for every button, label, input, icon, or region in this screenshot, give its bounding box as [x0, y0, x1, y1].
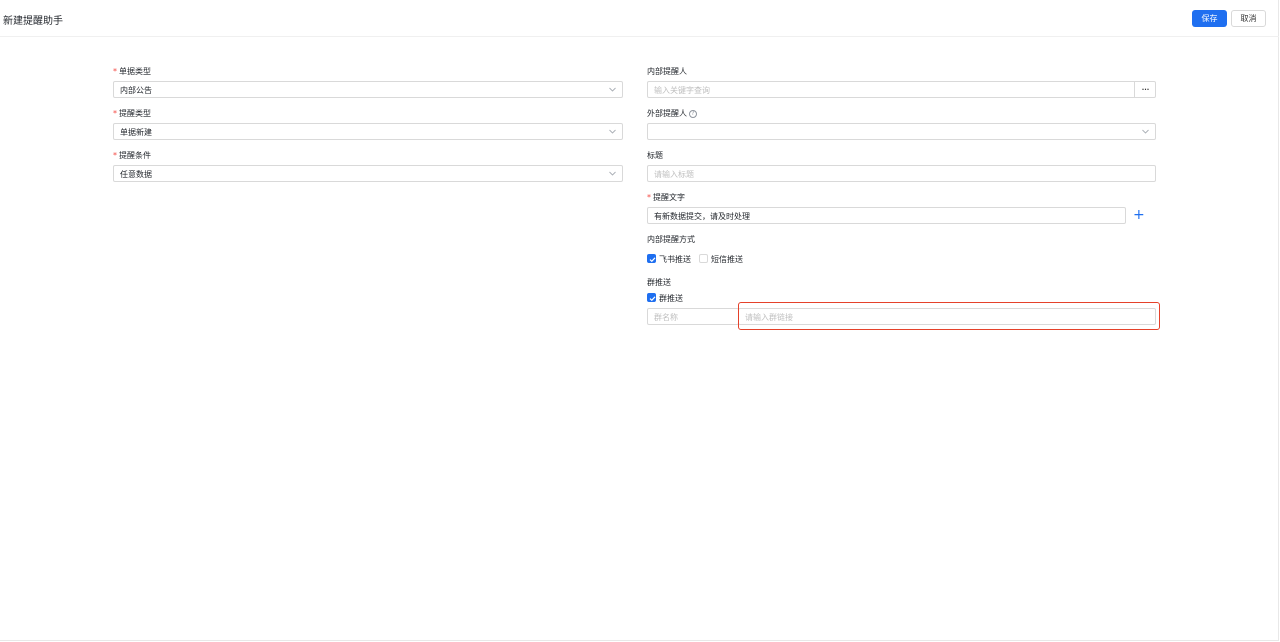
- required-mark: *: [113, 151, 117, 160]
- chevron-down-icon: [608, 85, 617, 94]
- group-push-section-label: 群推送: [647, 278, 671, 287]
- cancel-button[interactable]: 取消: [1231, 10, 1266, 27]
- sms-push-label[interactable]: 短信推送: [711, 254, 743, 265]
- remind-text-value: 有新数据提交，请及时处理: [654, 212, 750, 221]
- highlight-box: [738, 302, 1160, 330]
- help-circle-icon[interactable]: ?: [689, 109, 697, 118]
- title-input[interactable]: 请输入标题: [647, 165, 1156, 182]
- chevron-down-icon: [1141, 127, 1150, 136]
- check-icon: [649, 296, 656, 302]
- remind-type-label: * 提醒类型: [113, 109, 151, 118]
- remind-condition-value: 任意数据: [120, 170, 152, 179]
- group-name-input[interactable]: 群名称: [647, 308, 739, 325]
- title-placeholder: 请输入标题: [654, 170, 694, 179]
- more-options-button[interactable]: ···: [1134, 81, 1155, 98]
- group-push-checkbox[interactable]: [647, 293, 656, 302]
- remind-text-input[interactable]: 有新数据提交，请及时处理: [647, 207, 1126, 224]
- doc-type-label: * 单据类型: [113, 67, 151, 76]
- required-mark: *: [113, 67, 117, 76]
- group-name-placeholder: 群名称: [654, 313, 678, 322]
- page: 新建提醒助手 保存 取消 * 单据类型 内部公告 * 提醒类型 单据新建 * 提醒条件…: [0, 0, 1279, 641]
- plus-icon[interactable]: +: [1133, 208, 1145, 222]
- group-push-label[interactable]: 群推送: [659, 293, 683, 304]
- external-reminder-label: 外部提醒人?: [647, 108, 697, 119]
- sms-push-checkbox[interactable]: [699, 254, 708, 263]
- internal-reminder-label: 内部提醒人: [647, 67, 687, 76]
- chevron-down-icon: [608, 127, 617, 136]
- remind-type-select[interactable]: 单据新建: [113, 123, 623, 140]
- check-icon: [649, 257, 656, 263]
- remind-type-value: 单据新建: [120, 128, 152, 137]
- remind-condition-label: * 提醒条件: [113, 151, 151, 160]
- title-label: 标题: [647, 151, 663, 160]
- remind-text-label: * 提醒文字: [647, 193, 685, 202]
- feishu-push-label[interactable]: 飞书推送: [659, 254, 691, 265]
- feishu-push-checkbox[interactable]: [647, 254, 656, 263]
- page-title: 新建提醒助手: [3, 16, 63, 27]
- remind-condition-select[interactable]: 任意数据: [113, 165, 623, 182]
- external-reminder-select[interactable]: [647, 123, 1156, 140]
- internal-reminder-input[interactable]: 输入关键字查询 ···: [647, 81, 1156, 98]
- doc-type-value: 内部公告: [120, 86, 152, 95]
- save-button[interactable]: 保存: [1192, 10, 1227, 27]
- internal-reminder-placeholder: 输入关键字查询: [654, 86, 710, 95]
- required-mark: *: [647, 193, 651, 202]
- doc-type-select[interactable]: 内部公告: [113, 81, 623, 98]
- header-bar: 新建提醒助手 保存 取消: [0, 0, 1279, 37]
- required-mark: *: [113, 109, 117, 118]
- chevron-down-icon: [608, 169, 617, 178]
- internal-method-label: 内部提醒方式: [647, 235, 695, 244]
